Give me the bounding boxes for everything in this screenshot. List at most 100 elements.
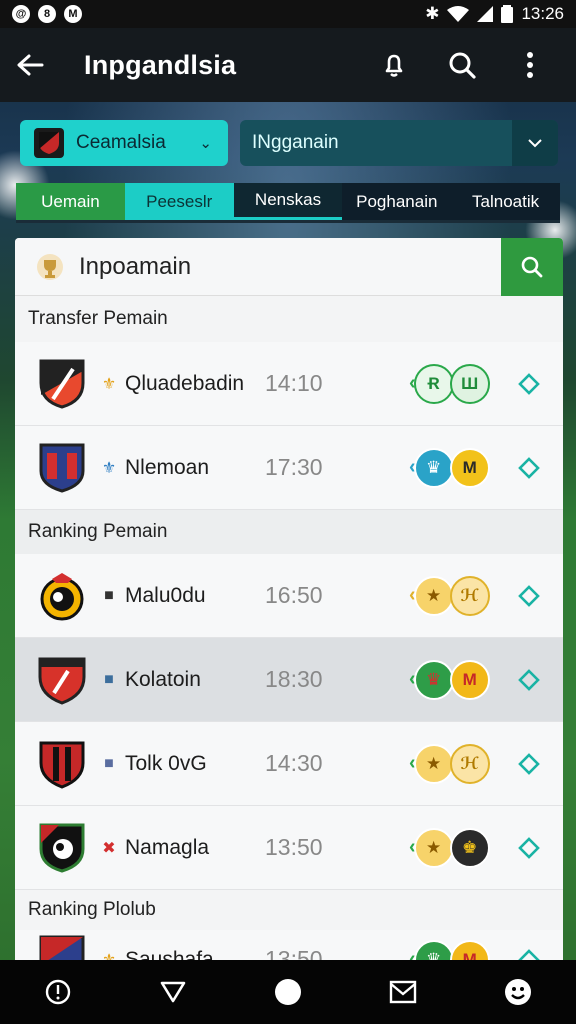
list-item[interactable]: ⚜ Nlemoan 17:30 ‹ ♛ M [15,426,563,510]
wifi-icon [447,6,470,22]
nav-back-button[interactable] [149,968,197,1016]
pencil-icon [518,668,540,691]
notification-icon: @ [12,5,30,23]
edit-button[interactable] [515,666,543,694]
pencil-icon [518,752,540,775]
list-item[interactable]: ■ Kolatoin 18:30 ‹ ♛ M [15,638,563,722]
section-heading-ranking-club: Ranking Plolub [28,899,156,920]
list-item[interactable]: ⚜ Qluadebadin 14:10 ‹ Ɍ Ш [15,342,563,426]
bell-icon [385,54,403,77]
search-icon [521,256,543,277]
club-mini-icon: ✖ [102,839,116,857]
bell-button[interactable] [360,28,428,102]
section-heading-transfer: Transfer Pemain [28,308,168,329]
search-button[interactable] [428,28,496,102]
rank-time: 18:30 [265,666,323,692]
mail-icon [389,980,417,1004]
bluetooth-icon: ✱ [425,4,440,23]
player-name: Malu0du [125,583,206,607]
tab-4[interactable]: Talnoatik [451,183,560,220]
club-badge-icon: ♚ [449,827,490,868]
pencil-icon [518,456,540,479]
player-name: Nlemoan [125,455,210,479]
battery-icon [501,5,514,23]
badge-group: ‹ ♛ M [409,447,490,488]
status-bar: @ 8 M ✱ 13:26 [0,0,576,28]
badge-group: ‹ Ɍ Ш [409,363,490,404]
club-badge-icon: ♛ [413,659,454,700]
list-item[interactable]: ■ Malu0du 16:50 ‹ ★ ℋ [15,554,563,638]
content-panel: Inpoamain Transfer Pemain ⚜ Qluadebadin … [15,238,563,968]
tab-3[interactable]: Poghanain [342,183,451,220]
chevron-down-icon[interactable] [512,120,558,166]
nav-mail-button[interactable] [379,968,427,1016]
club-crest-icon [37,822,87,874]
nav-home-button[interactable] [264,968,312,1016]
nav-profile-button[interactable] [494,968,542,1016]
rank-time: 13:50 [265,834,323,860]
pencil-icon [518,584,540,607]
rank-time: 14:30 [265,750,323,776]
player-name: Namagla [125,835,210,859]
club-badge-icon: ★ [413,743,454,784]
edit-button[interactable] [515,454,543,482]
club-crest-icon [37,442,87,494]
more-vertical-icon [527,52,533,78]
notification-icon: 8 [38,5,56,23]
edit-button[interactable] [515,370,543,398]
player-name: Qluadebadin [125,371,245,395]
list-item[interactable]: ■ Tolk 0vG 14:30 ‹ ★ ℋ [15,722,563,806]
app-bar: Inpgandlsia [0,28,576,102]
club-crest-icon [37,738,87,790]
league-dropdown[interactable]: INgganain [240,120,558,166]
list-item[interactable]: ✖ Namagla 13:50 ‹ ★ ♚ [15,806,563,890]
chevron-down-icon: ⌄ [199,135,212,152]
club-badge-icon: ♛ [413,447,454,488]
club-crest-icon [37,570,87,622]
player-name: Tolk 0vG [125,751,207,775]
back-button[interactable] [0,28,60,102]
club-mini-icon: ■ [104,754,114,772]
search-label: Inpoamain [79,252,192,280]
team-dropdown[interactable]: Ceamalsia ⌄ [20,120,228,166]
club-badge-icon: M [449,659,490,700]
search-row: Inpoamain [15,238,563,296]
club-badge-icon: Ɍ [413,363,454,404]
club-mini-icon: ⚜ [101,459,117,477]
tab-2[interactable]: Nenskas [233,183,343,220]
status-time: 13:26 [521,4,564,23]
more-options-button[interactable] [496,28,564,102]
edit-button[interactable] [515,582,543,610]
club-badge-icon: M [449,447,490,488]
app-title: Inpgandlsia [84,49,237,80]
club-badge-icon: ℋ [449,743,490,784]
badge-group: ‹ ★ ♚ [409,827,490,868]
player-name: Kolatoin [125,667,201,691]
club-crest-icon [37,358,87,410]
home-circle-icon [274,979,301,1005]
tab-bar: Uemain Peeseslr Nenskas Poghanain Talnoa… [16,183,560,223]
search-submit-button[interactable] [501,238,563,296]
team-crest-icon [34,128,64,158]
club-badge-icon: ★ [413,827,454,868]
arrow-left-icon [17,54,44,76]
edit-button[interactable] [515,834,543,862]
smiley-icon [505,979,532,1005]
trophy-icon [33,250,67,284]
tab-0[interactable]: Uemain [16,183,125,220]
nav-alert-button[interactable] [34,968,82,1016]
edit-button[interactable] [515,750,543,778]
search-icon [449,52,476,79]
club-badge-icon: Ш [449,363,490,404]
club-mini-icon: ⚜ [101,375,117,393]
club-mini-icon: ■ [104,586,114,604]
club-crest-icon [37,654,87,706]
club-badge-icon: ★ [413,575,454,616]
tab-1[interactable]: Peeseslr [124,183,234,220]
badge-group: ‹ ★ ℋ [409,743,490,784]
transfer-time: 14:10 [265,370,323,396]
league-dropdown-value: INgganain [252,132,339,153]
badge-group: ‹ ★ ℋ [409,575,490,616]
club-mini-icon: ■ [104,670,114,688]
mail-notification-icon: M [64,5,82,23]
